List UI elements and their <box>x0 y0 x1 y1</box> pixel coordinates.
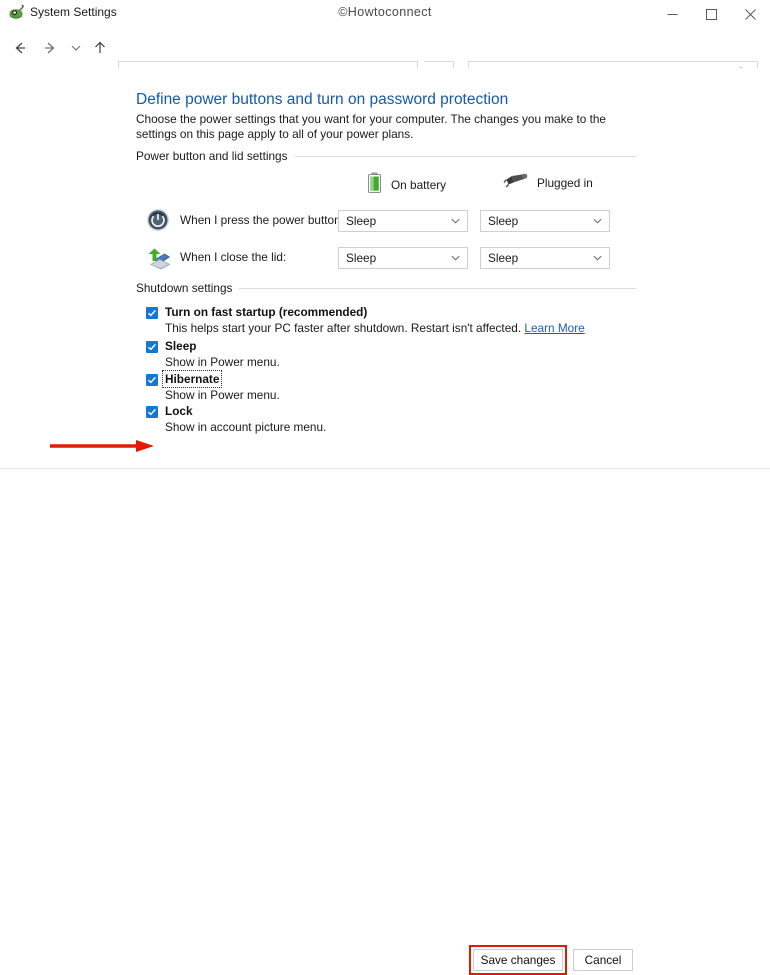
column-label-on-battery: On battery <box>391 178 446 192</box>
group-power-button-lid: Power button and lid settings <box>136 149 636 163</box>
annotation-arrow-icon <box>50 439 154 453</box>
cancel-button[interactable]: Cancel <box>573 949 633 971</box>
checkbox-label-sleep[interactable]: Sleep <box>165 339 196 353</box>
column-header-on-battery: On battery <box>366 172 446 197</box>
column-header-plugged-in: Plugged in <box>503 172 593 193</box>
checkbox-sublabel-hibernate: Show in Power menu. <box>165 388 280 402</box>
laptop-lid-icon <box>146 245 170 269</box>
window-title: System Settings <box>30 5 117 19</box>
up-icon[interactable] <box>88 36 112 60</box>
checkbox-label-fast-startup[interactable]: Turn on fast startup (recommended) <box>165 305 367 319</box>
title-bar: System Settings ©Howtoconnect <box>0 0 770 28</box>
column-label-plugged-in: Plugged in <box>537 176 593 190</box>
dropdown-power-button-plugged-in[interactable]: Sleep <box>480 210 610 232</box>
battery-icon <box>366 172 383 197</box>
checkbox-label-lock[interactable]: Lock <box>165 404 193 418</box>
checkbox-sublabel-fast-startup: This helps start your PC faster after sh… <box>165 321 585 335</box>
checkbox-lock[interactable] <box>146 406 158 418</box>
setting-label-close-lid: When I close the lid: <box>180 250 286 264</box>
dropdown-value: Sleep <box>488 251 518 265</box>
chevron-down-icon[interactable] <box>450 215 461 229</box>
checkbox-sublabel-sleep: Show in Power menu. <box>165 355 280 369</box>
window-controls <box>653 0 770 28</box>
chevron-down-icon[interactable] <box>592 252 603 266</box>
sublabel-text: This helps start your PC faster after sh… <box>165 321 521 335</box>
recent-locations-icon[interactable] <box>64 36 88 60</box>
maximize-icon[interactable] <box>692 0 731 28</box>
group-shutdown-settings: Shutdown settings <box>136 281 636 295</box>
back-icon[interactable] <box>8 36 32 60</box>
forward-icon[interactable] <box>38 36 62 60</box>
page-description: Choose the power settings that you want … <box>136 112 641 142</box>
power-plug-icon <box>503 172 529 193</box>
group-label-shutdown: Shutdown settings <box>136 281 239 295</box>
checkbox-hibernate[interactable] <box>146 374 158 386</box>
dropdown-close-lid-plugged-in[interactable]: Sleep <box>480 247 610 269</box>
save-changes-button[interactable]: Save changes <box>473 949 563 971</box>
page-title: Define power buttons and turn on passwor… <box>136 91 508 109</box>
checkbox-sublabel-lock: Show in account picture menu. <box>165 420 326 434</box>
navigation-bar: « Power Options › System Settings <box>0 28 770 68</box>
chevron-down-icon[interactable] <box>592 215 603 229</box>
footer-bar: Save changes Cancel <box>0 469 770 505</box>
close-icon[interactable] <box>731 0 770 28</box>
group-label-power: Power button and lid settings <box>136 149 295 163</box>
dropdown-power-button-on-battery[interactable]: Sleep <box>338 210 468 232</box>
minimize-icon[interactable] <box>653 0 692 28</box>
dropdown-value: Sleep <box>488 214 518 228</box>
dropdown-value: Sleep <box>346 251 376 265</box>
checkbox-sleep[interactable] <box>146 341 158 353</box>
checkbox-fast-startup[interactable] <box>146 307 158 319</box>
dropdown-value: Sleep <box>346 214 376 228</box>
chevron-down-icon[interactable] <box>450 252 461 266</box>
checkbox-label-hibernate[interactable]: Hibernate <box>164 372 220 386</box>
setting-label-power-button: When I press the power button: <box>180 213 344 227</box>
power-button-icon <box>146 208 170 232</box>
power-options-icon <box>7 4 25 22</box>
learn-more-link[interactable]: Learn More <box>524 321 584 335</box>
dropdown-close-lid-on-battery[interactable]: Sleep <box>338 247 468 269</box>
content-area: Define power buttons and turn on passwor… <box>0 68 770 458</box>
